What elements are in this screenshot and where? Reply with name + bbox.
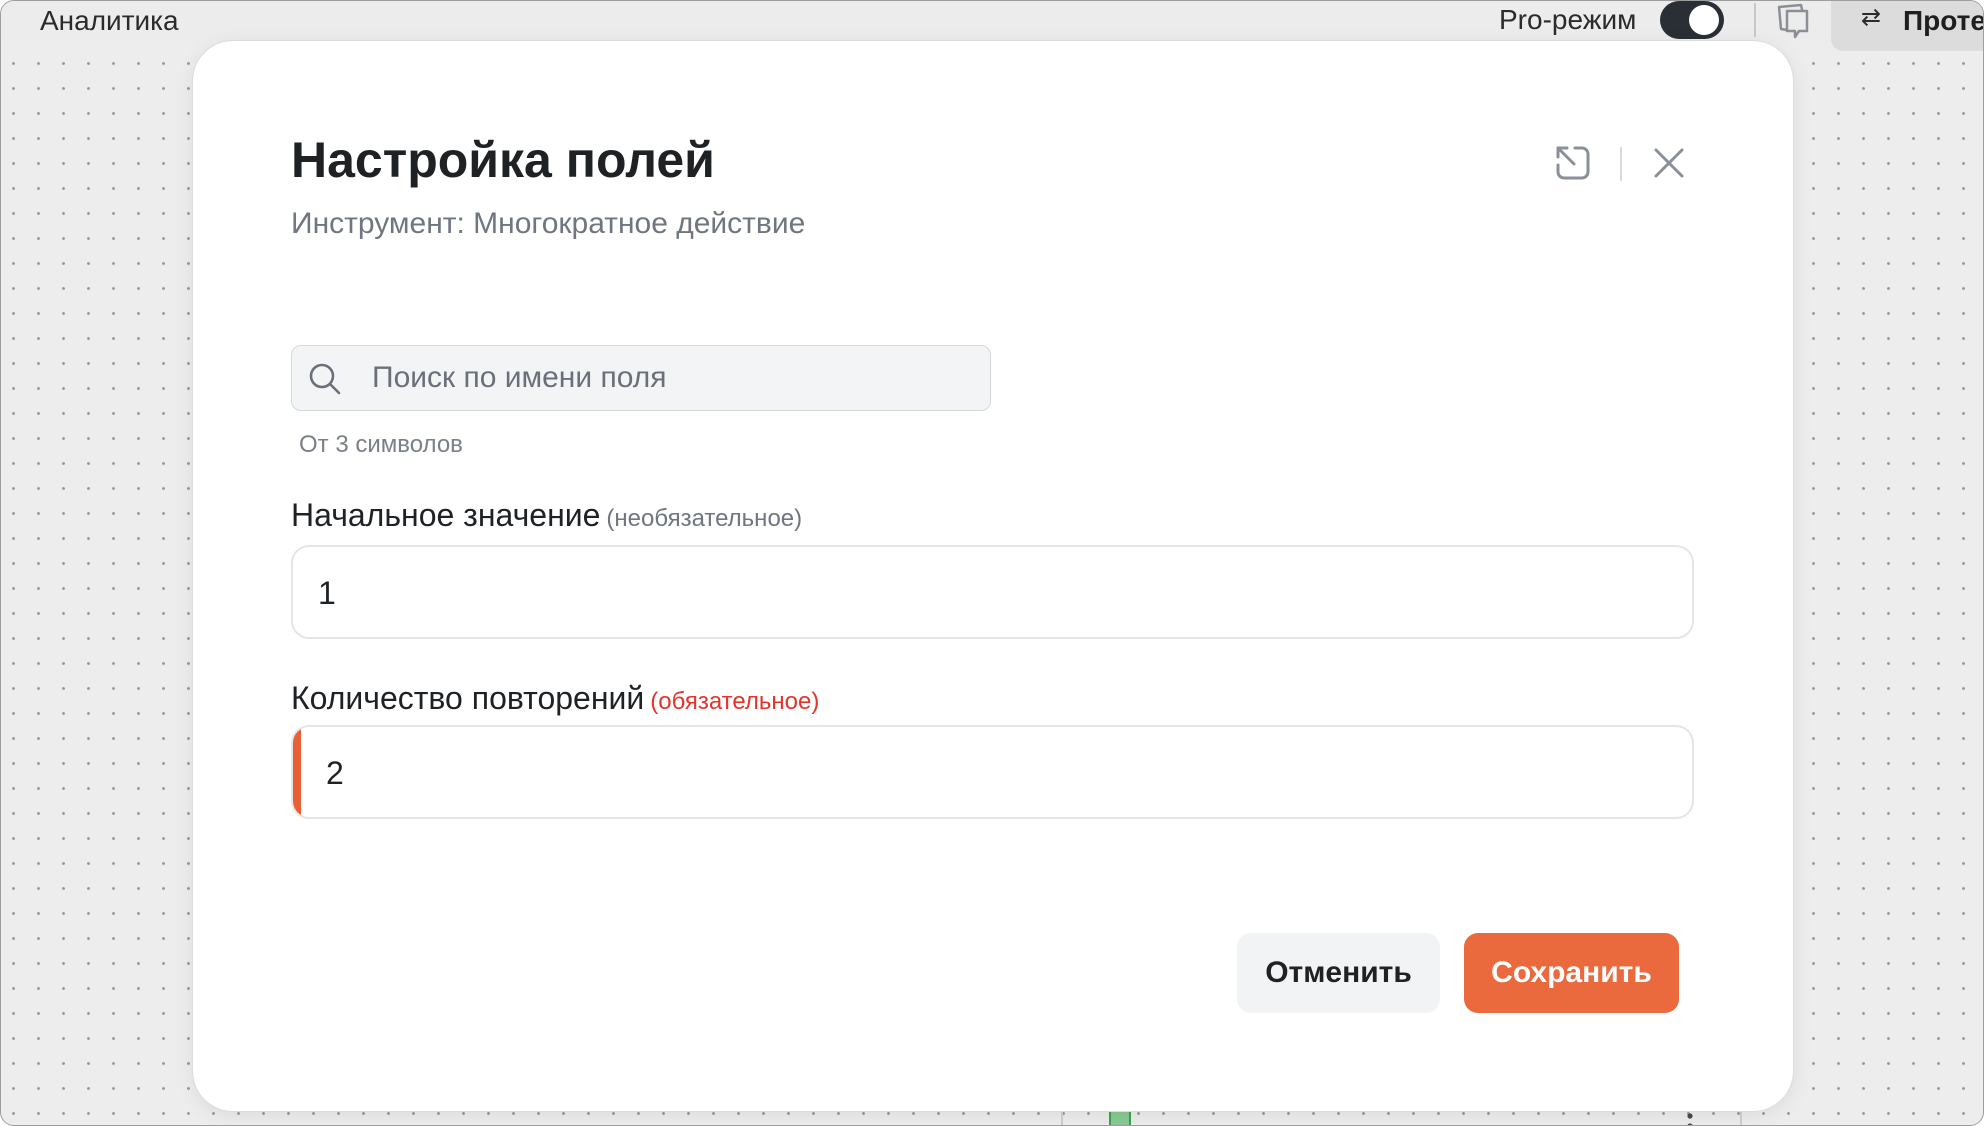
search-hint: От 3 символов [299, 431, 463, 458]
field-label-text: Начальное значение [291, 497, 601, 533]
search-input[interactable] [372, 346, 972, 410]
toggle-knob [1689, 5, 1719, 35]
app-window: Аналитика Pro-режим ⇄ Протестировать Нас… [0, 0, 1984, 1126]
test-button-label: Протестировать [1903, 5, 1984, 36]
expand-button[interactable] [1553, 143, 1593, 183]
field-label-text: Количество повторений [291, 680, 645, 716]
pro-mode-toggle[interactable] [1660, 1, 1724, 39]
test-button[interactable]: ⇄ Протестировать [1831, 1, 1984, 51]
modal-subtitle: Инструмент: Многократное действие [291, 207, 806, 240]
header-divider [1620, 147, 1622, 181]
required-accent-bar [293, 727, 301, 817]
field-settings-modal: Настройка полей Инструмент: Многократное… [193, 41, 1793, 1111]
cancel-button[interactable]: Отменить [1237, 933, 1440, 1013]
required-tag: (обязательное) [650, 688, 820, 715]
search-icon [309, 363, 341, 395]
modal-title: Настройка полей [291, 132, 715, 188]
repeat-count-field[interactable]: 2 [291, 725, 1694, 819]
expand-icon [1556, 146, 1590, 180]
swap-arrows-icon: ⇄ [1861, 4, 1882, 31]
chat-button[interactable] [1773, 1, 1813, 39]
top-bar: Аналитика Pro-режим ⇄ Протестировать [1, 1, 1983, 51]
initial-value-field[interactable]: 1 [291, 545, 1694, 639]
chat-icon [1777, 3, 1809, 39]
close-button[interactable] [1649, 143, 1689, 183]
search-box[interactable] [291, 345, 991, 411]
divider [1754, 3, 1756, 37]
save-button[interactable]: Сохранить [1464, 933, 1679, 1013]
field-label-repeat-count: Количество повторений (обязательное) [291, 680, 819, 717]
optional-tag: (необязательное) [606, 505, 803, 532]
field-label-initial-value: Начальное значение (необязательное) [291, 497, 802, 534]
repeat-count-text: 2 [326, 755, 344, 791]
close-icon [1654, 148, 1684, 178]
initial-value-text: 1 [318, 575, 336, 611]
pro-mode-label: Pro-режим [1499, 4, 1637, 35]
app-title: Аналитика [40, 5, 179, 36]
